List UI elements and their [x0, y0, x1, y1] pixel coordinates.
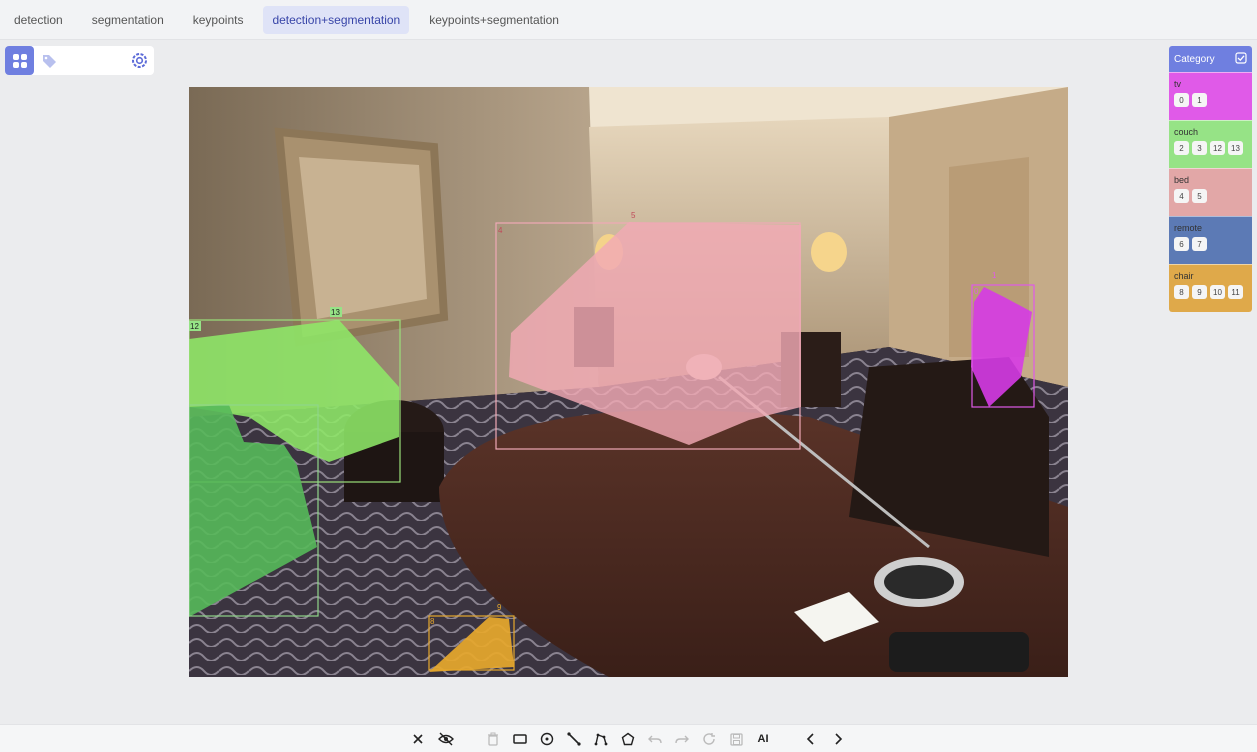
room-photo: 12 13 4 5 1 0 8 9	[189, 87, 1068, 677]
category-group-bed[interactable]: bed 4 5	[1169, 168, 1252, 216]
grid-icon[interactable]	[5, 46, 34, 75]
ai-icon[interactable]: AI	[753, 730, 773, 748]
category-title: Category	[1174, 53, 1215, 65]
redo-icon[interactable]	[672, 730, 692, 748]
annotation-label: 5	[631, 211, 636, 220]
annotation-chip[interactable]: 1	[1192, 93, 1207, 107]
tab-keypoints[interactable]: keypoints	[184, 6, 253, 34]
annotation-chip[interactable]: 3	[1192, 141, 1207, 155]
annotation-chip[interactable]: 12	[1210, 141, 1225, 155]
tab-keypoints-segmentation[interactable]: keypoints+segmentation	[420, 6, 568, 34]
annotation-canvas[interactable]: 12 13 4 5 1 0 8 9	[189, 87, 1068, 677]
tag-icon[interactable]	[34, 46, 63, 75]
line-icon[interactable]	[564, 730, 584, 748]
undo-icon[interactable]	[645, 730, 665, 748]
tab-segmentation[interactable]: segmentation	[83, 6, 173, 34]
annotation-chip[interactable]: 9	[1192, 285, 1207, 299]
annotation-label: 0	[974, 287, 979, 296]
hide-icon[interactable]	[436, 730, 456, 748]
annotation-chip[interactable]: 5	[1192, 189, 1207, 203]
save-icon[interactable]	[726, 730, 746, 748]
next-icon[interactable]	[828, 730, 848, 748]
refresh-icon[interactable]	[699, 730, 719, 748]
annotation-chip[interactable]: 2	[1174, 141, 1189, 155]
annotation-chip[interactable]: 4	[1174, 189, 1189, 203]
mode-tab-bar: detection segmentation keypoints detecti…	[0, 0, 1257, 40]
category-group-remote[interactable]: remote 6 7	[1169, 216, 1252, 264]
annotation-label: 9	[497, 603, 502, 612]
annotation-chip[interactable]: 6	[1174, 237, 1189, 251]
prev-icon[interactable]	[801, 730, 821, 748]
category-header: Category	[1169, 46, 1252, 72]
annotation-label: 8	[430, 617, 435, 626]
annotation-chip[interactable]: 13	[1228, 141, 1243, 155]
settings-icon[interactable]	[131, 52, 148, 69]
annotation-label: 4	[498, 226, 503, 235]
delete-icon[interactable]	[483, 730, 503, 748]
annotation-label: 1	[992, 271, 997, 280]
annotation-chip[interactable]: 10	[1210, 285, 1225, 299]
close-icon[interactable]	[408, 730, 428, 748]
tab-detection-segmentation[interactable]: detection+segmentation	[263, 5, 410, 34]
category-name: bed	[1174, 175, 1190, 185]
category-group-chair[interactable]: chair 8 9 10 11	[1169, 264, 1252, 312]
mini-tool-panel	[5, 46, 154, 75]
annotation-chip[interactable]: 8	[1174, 285, 1189, 299]
annotation-chip[interactable]: 7	[1192, 237, 1207, 251]
circle-icon[interactable]	[537, 730, 557, 748]
checkbox-icon[interactable]	[1235, 51, 1247, 67]
category-group-tv[interactable]: tv 0 1	[1169, 72, 1252, 120]
polygon-icon[interactable]	[618, 730, 638, 748]
category-name: couch	[1174, 127, 1199, 137]
annotation-label: 13	[331, 308, 340, 317]
bottom-toolbar: AI	[0, 724, 1257, 752]
category-name: remote	[1174, 223, 1203, 233]
rectangle-icon[interactable]	[510, 730, 530, 748]
annotation-chip[interactable]: 0	[1174, 93, 1189, 107]
tab-detection[interactable]: detection	[5, 6, 72, 34]
category-name: tv	[1174, 79, 1182, 89]
category-panel: Category tv 0 1 couch 2 3 12 13 bed 4 5 …	[1169, 46, 1252, 312]
polyline-icon[interactable]	[591, 730, 611, 748]
annotation-chip[interactable]: 11	[1228, 285, 1243, 299]
category-name: chair	[1174, 271, 1194, 281]
category-group-couch[interactable]: couch 2 3 12 13	[1169, 120, 1252, 168]
annotation-label: 12	[190, 322, 199, 331]
